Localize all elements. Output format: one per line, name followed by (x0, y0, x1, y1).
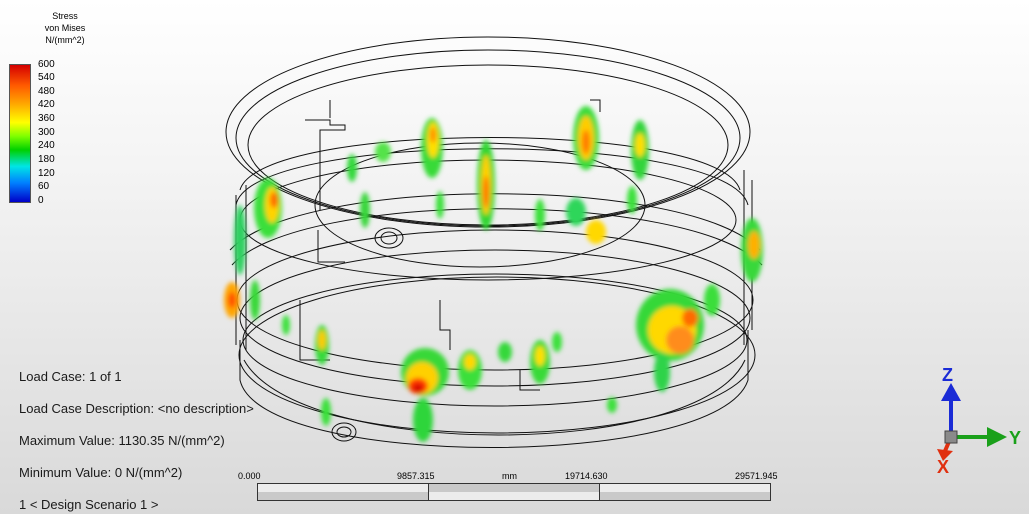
legend-title-line: Stress (52, 11, 78, 21)
legend-tick: 0 (38, 195, 44, 206)
scale-segment (599, 484, 770, 500)
legend-tick: 180 (38, 154, 55, 165)
y-axis-arrow-icon (987, 427, 1007, 447)
legend-tick: 360 (38, 113, 55, 124)
legend-title-line: N/(mm^2) (45, 35, 85, 45)
scale-segment (428, 484, 599, 500)
orientation-triad[interactable]: Z Y X (925, 365, 1029, 475)
z-axis-arrow-icon (941, 383, 961, 401)
scale-label-0: 0.000 (238, 471, 261, 481)
legend-tick: 300 (38, 127, 55, 138)
legend-tick: 240 (38, 140, 55, 151)
load-case-text: Load Case: 1 of 1 (19, 369, 122, 384)
design-scenario-text: 1 < Design Scenario 1 > (19, 497, 159, 512)
maximum-value-text: Maximum Value: 1130.35 N/(mm^2) (19, 433, 225, 448)
legend-tick: 600 (38, 59, 55, 70)
z-axis-label: Z (942, 365, 953, 385)
legend-tick: 120 (38, 168, 55, 179)
minimum-value-text: Minimum Value: 0 N/(mm^2) (19, 465, 183, 480)
legend-tick: 60 (38, 181, 50, 192)
tank-wireframe (225, 36, 763, 448)
y-axis-label: Y (1009, 428, 1021, 448)
scale-segment (258, 484, 428, 500)
scale-unit-label: mm (502, 471, 517, 481)
stress-colorbar (9, 64, 31, 203)
legend-title-line: von Mises (44, 23, 86, 33)
legend-title: Stress von Mises N/(mm^2) (30, 10, 100, 46)
scale-label-1: 9857.315 (397, 471, 435, 481)
scale-label-3: 29571.945 (735, 471, 778, 481)
triad-origin-cube (944, 430, 958, 444)
legend-tick: 420 (38, 99, 55, 110)
load-case-description-text: Load Case Description: <no description> (19, 401, 254, 416)
legend-tick: 540 (38, 72, 55, 83)
scale-label-2: 19714.630 (565, 471, 608, 481)
scale-bar (257, 483, 771, 501)
x-axis-label: X (937, 457, 949, 475)
legend-tick: 480 (38, 86, 55, 97)
